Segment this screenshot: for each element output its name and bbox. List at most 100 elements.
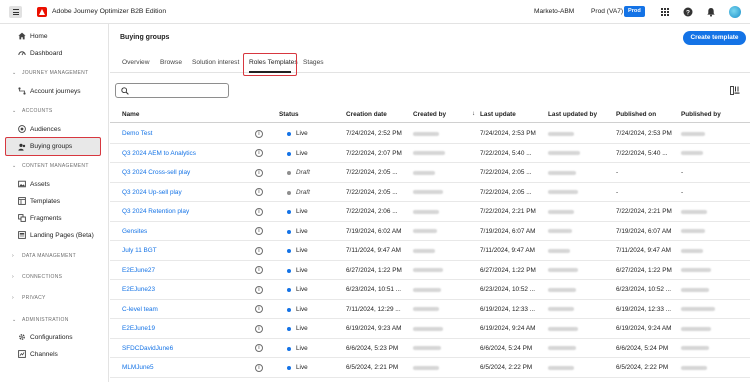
section-administration[interactable]: ⌄ ADMINISTRATION [0,315,109,325]
created-by-redacted [413,268,443,272]
template-name-link[interactable]: E2EJune27 [122,267,155,274]
section-data-management[interactable]: › DATA MANAGEMENT [0,251,109,261]
status-dot [287,366,291,370]
template-name-link[interactable]: MLMJune5 [122,364,154,371]
published-by-redacted [681,151,703,155]
table-row[interactable]: Demo Test i Live 7/24/2024, 2:52 PM 7/24/202… [110,124,750,144]
sidebar-item-fragments[interactable]: Fragments [0,210,109,226]
column-header-creation-date[interactable]: Creation date [346,111,387,118]
sidebar-item-buying-groups[interactable]: Buying groups [5,137,101,156]
section-privacy[interactable]: › PRIVACY [0,293,109,303]
info-icon[interactable]: i [255,266,263,274]
template-name-link[interactable]: Q3 2024 Up-sell play [122,189,182,196]
search-input[interactable] [115,83,229,98]
table-row[interactable]: E2EJune23 i Live 6/23/2024, 10:51 ... 6/23/2… [110,280,750,300]
info-icon[interactable]: i [255,324,263,333]
org-switcher[interactable]: Marketo-ABM [534,8,574,15]
column-header-published-on[interactable]: Published on [616,111,656,118]
template-name-link[interactable]: Demo Test [122,130,152,137]
info-icon[interactable]: i [255,207,263,216]
creation-date: 6/23/2024, 10:51 ... [346,286,402,293]
column-header-status[interactable]: Status [279,111,299,118]
page-title: Buying groups [120,34,170,41]
table-row[interactable]: Q3 2024 Up-sell play i Draft 7/22/2024, 2:0… [110,183,750,202]
table-row[interactable]: MLMJune5 i Live 6/5/2024, 2:21 PM 6/5/2024, … [110,358,750,378]
section-accounts[interactable]: ⌄ ACCOUNTS [0,106,109,116]
status-dot [287,171,291,175]
info-icon[interactable]: i [255,285,263,294]
sidebar-item-label: Home [30,32,48,40]
creation-date: 7/22/2024, 2:05 ... [346,169,398,176]
template-name-link[interactable]: Gensites [122,228,147,235]
table-row[interactable]: E2EJune27 i Live 6/27/2024, 1:22 PM 6/27/202… [110,261,750,280]
tab-solution-interest[interactable]: Solution interest [192,59,239,66]
info-icon[interactable]: i [255,246,263,255]
status-dot [287,346,291,351]
section-title: CONTENT MANAGEMENT [22,163,89,169]
tab-overview[interactable]: Overview [122,59,149,66]
create-template-button[interactable]: Create template [683,31,746,45]
column-settings-icon[interactable] [730,86,740,95]
published-on: 7/19/2024, 6:07 AM [616,227,672,235]
sidebar-item-configurations[interactable]: Configurations [0,329,109,345]
tab-browse[interactable]: Browse [160,59,182,66]
sidebar-item-landing-pages[interactable]: Landing Pages (Beta) [0,227,109,243]
sidebar-item-dashboard[interactable]: Dashboard [0,45,109,61]
template-name-link[interactable]: July 11 BGT [122,247,157,254]
template-name-link[interactable]: E2EJune23 [122,286,155,293]
info-icon[interactable]: i [255,149,263,157]
user-avatar[interactable] [729,6,741,18]
info-icon[interactable]: i [255,129,263,138]
table-row[interactable]: July 11 BGT i Live 7/11/2024, 9:47 AM 7/11/2… [110,241,750,261]
sidebar-item-audiences[interactable]: Audiences [0,121,109,137]
table-row[interactable]: Q3 2024 AEM to Analytics i Live 7/22/2024, … [110,144,750,163]
column-header-published-by[interactable]: Published by [681,111,721,118]
table-row[interactable]: C-level team i Live 7/11/2024, 12:29 ... 6/1… [110,300,750,319]
table-row[interactable]: Q3 2024 Retention play i Live 7/22/2024, 2:… [110,202,750,222]
creation-date: 6/5/2024, 2:21 PM [346,364,399,371]
info-icon[interactable]: i [255,188,263,196]
help-icon[interactable]: ? [683,7,693,17]
sandbox-switcher[interactable]: Prod (VA7) [591,8,623,15]
table-row[interactable]: Q3 2024 Cross-sell play i Draft 7/22/2024, … [110,163,750,183]
info-icon[interactable]: i [255,344,263,352]
menu-icon[interactable] [9,6,22,18]
fragments-icon [18,214,26,222]
buying-groups-icon [18,143,26,151]
sidebar-item-templates[interactable]: Templates [0,193,109,209]
section-content-management[interactable]: ⌄ CONTENT MANAGEMENT [0,161,109,171]
info-icon[interactable]: i [255,363,263,372]
template-name-link[interactable]: Q3 2024 Retention play [122,208,189,215]
template-name-link[interactable]: C-level team [122,306,158,313]
template-name-link[interactable]: Q3 2024 Cross-sell play [122,169,190,176]
table-row[interactable]: E2EJune19 i Live 6/19/2024, 9:23 AM 6/19/202… [110,319,750,339]
chevron-right-icon: › [12,274,14,280]
sidebar-item-assets[interactable]: Assets [0,176,109,192]
column-header-created-by[interactable]: Created by [413,111,446,118]
sort-descending-icon[interactable]: ↓ [472,111,475,117]
column-header-last-updated-by[interactable]: Last updated by [548,111,597,118]
section-journey-management[interactable]: ⌄ JOURNEY MANAGEMENT [0,68,109,78]
info-icon[interactable]: i [255,227,263,235]
apps-grid-icon[interactable] [660,7,670,17]
last-updated-by-redacted [548,190,578,194]
tab-stages[interactable]: Stages [303,59,324,66]
created-by-redacted [413,190,443,194]
info-icon[interactable]: i [255,168,263,177]
column-header-name[interactable]: Name [122,111,139,118]
sidebar-item-account-journeys[interactable]: Account journeys [0,83,109,99]
sidebar-item-channels[interactable]: Channels [0,346,109,362]
highlight-box [243,53,297,76]
sidebar-item-home[interactable]: Home [0,28,109,44]
info-icon[interactable]: i [255,305,263,313]
table-row[interactable]: Gensites i Live 7/19/2024, 6:02 AM 7/19/2024… [110,222,750,241]
template-name-link[interactable]: SFDCDavidJune6 [122,345,173,352]
notifications-bell-icon[interactable] [706,7,716,17]
status-dot [287,132,291,136]
template-name-link[interactable]: Q3 2024 AEM to Analytics [122,150,196,157]
column-header-last-update[interactable]: Last update [480,111,516,118]
template-name-link[interactable]: E2EJune19 [122,325,155,332]
chevron-down-icon: ⌄ [12,70,17,76]
table-row[interactable]: SFDCDavidJune6 i Live 6/6/2024, 5:23 PM 6/6/… [110,339,750,358]
section-connections[interactable]: › CONNECTIONS [0,272,109,282]
